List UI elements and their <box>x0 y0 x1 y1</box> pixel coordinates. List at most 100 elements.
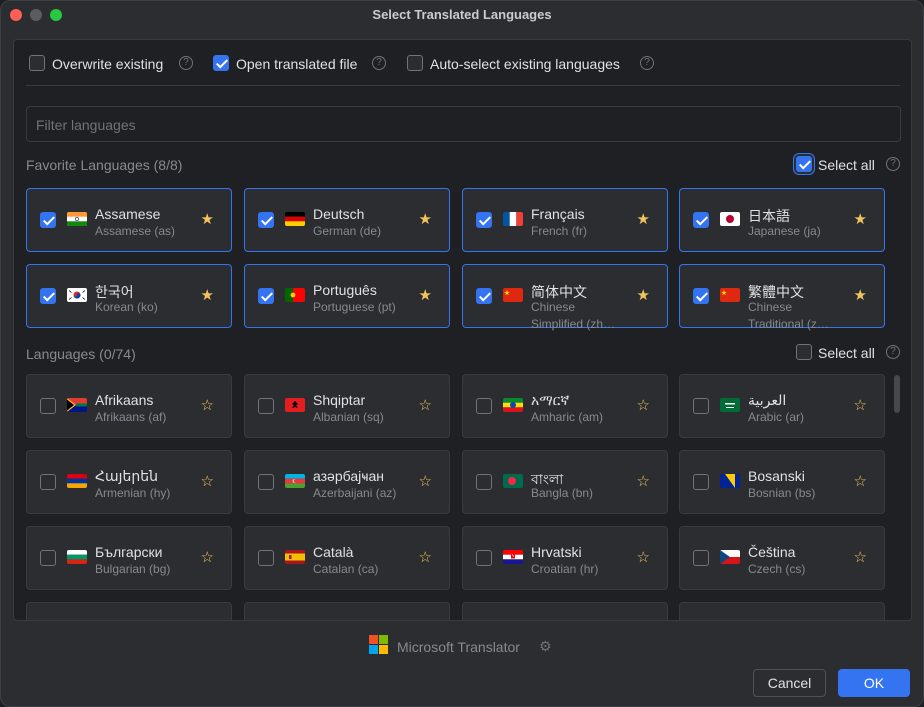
language-checkbox[interactable] <box>40 550 56 566</box>
language-checkbox[interactable] <box>693 550 709 566</box>
language-card-armenian[interactable]: Հայերեն Armenian (hy) ☆ <box>26 450 232 514</box>
language-card-catalan[interactable]: Català Catalan (ca) ☆ <box>244 526 450 590</box>
close-window-button[interactable] <box>10 9 22 21</box>
overwrite-existing-help-icon[interactable]: ? <box>179 56 193 70</box>
language-subtitle: Bulgarian (bg) <box>95 562 171 576</box>
star-outline-icon[interactable]: ☆ <box>201 548 214 566</box>
language-card-korean[interactable]: 한국어 Korean (ko) ★ <box>26 264 232 328</box>
cancel-button[interactable]: Cancel <box>753 669 826 697</box>
language-card-francais[interactable]: Français French (fr) ★ <box>462 188 668 252</box>
language-subtitle: Croatian (hr) <box>531 562 599 576</box>
language-card-albanian[interactable]: Shqiptar Albanian (sq) ☆ <box>244 374 450 438</box>
languages-select-all-label: Select all <box>818 345 875 361</box>
star-outline-icon[interactable]: ☆ <box>854 548 867 566</box>
star-filled-icon[interactable]: ★ <box>854 210 867 228</box>
language-card-amharic[interactable]: አማርኛ Amharic (am) ☆ <box>462 374 668 438</box>
language-checkbox[interactable] <box>40 212 56 228</box>
language-checkbox[interactable] <box>476 474 492 490</box>
language-card-afrikaans[interactable]: Afrikaans Afrikaans (af) ☆ <box>26 374 232 438</box>
language-subtitle: Afrikaans (af) <box>95 410 167 424</box>
language-card-partial[interactable] <box>462 602 668 620</box>
language-checkbox[interactable] <box>258 474 274 490</box>
language-card-deutsch[interactable]: Deutsch German (de) ★ <box>244 188 450 252</box>
language-card-partial[interactable] <box>679 602 885 620</box>
language-card-azerbaijani[interactable]: азәрбајҹан Azerbaijani (az) ☆ <box>244 450 450 514</box>
language-subtitle: Bangla (bn) <box>531 486 594 500</box>
language-checkbox[interactable] <box>693 474 709 490</box>
languages-help-icon[interactable]: ? <box>886 345 900 359</box>
language-checkbox[interactable] <box>258 550 274 566</box>
minimize-window-button[interactable] <box>30 9 42 21</box>
language-name: Assamese <box>95 206 161 222</box>
language-card-chinese-simplified[interactable]: 简体中文 Chinese Simplified (zh… ★ <box>462 264 668 331</box>
language-checkbox[interactable] <box>40 398 56 414</box>
filter-placeholder: Filter languages <box>36 117 136 133</box>
language-checkbox[interactable] <box>476 398 492 414</box>
overwrite-existing-label: Overwrite existing <box>52 56 164 72</box>
star-filled-icon[interactable]: ★ <box>419 286 432 304</box>
language-card-bangla[interactable]: বাংলা Bangla (bn) ☆ <box>462 450 668 514</box>
maximize-window-button[interactable] <box>50 9 62 21</box>
ok-button[interactable]: OK <box>838 669 910 697</box>
auto-select-existing-checkbox[interactable] <box>407 55 423 71</box>
star-outline-icon[interactable]: ☆ <box>419 548 432 566</box>
language-subtitle: Azerbaijani (az) <box>313 486 397 500</box>
favorites-help-icon[interactable]: ? <box>886 157 900 171</box>
language-card-portugues[interactable]: Português Portuguese (pt) ★ <box>244 264 450 328</box>
language-checkbox[interactable] <box>693 288 709 304</box>
language-checkbox[interactable] <box>40 474 56 490</box>
open-translated-file-help-icon[interactable]: ? <box>372 56 386 70</box>
star-filled-icon[interactable]: ★ <box>419 210 432 228</box>
star-filled-icon[interactable]: ★ <box>201 210 214 228</box>
language-card-partial[interactable] <box>26 602 232 620</box>
star-outline-icon[interactable]: ☆ <box>201 396 214 414</box>
star-outline-icon[interactable]: ☆ <box>201 472 214 490</box>
languages-select-all-checkbox[interactable] <box>796 344 812 360</box>
language-checkbox[interactable] <box>258 212 274 228</box>
language-card-bosnian[interactable]: Bosanski Bosnian (bs) ☆ <box>679 450 885 514</box>
language-checkbox[interactable] <box>258 288 274 304</box>
language-name: Afrikaans <box>95 392 154 408</box>
language-card-czech[interactable]: Čeština Czech (cs) ☆ <box>679 526 885 590</box>
language-card-partial[interactable] <box>244 602 450 620</box>
gear-icon[interactable]: ⚙ <box>539 638 552 655</box>
language-card-bulgarian[interactable]: Български Bulgarian (bg) ☆ <box>26 526 232 590</box>
language-checkbox[interactable] <box>476 212 492 228</box>
language-card-arabic[interactable]: العربية Arabic (ar) ☆ <box>679 374 885 438</box>
microsoft-logo-icon <box>369 635 389 655</box>
language-checkbox[interactable] <box>693 212 709 228</box>
language-card-chinese-traditional[interactable]: 繁體中文 Chinese Traditional (z… ★ <box>679 264 885 331</box>
filter-languages-input[interactable]: Filter languages <box>26 106 901 142</box>
star-filled-icon[interactable]: ★ <box>854 286 867 304</box>
star-filled-icon[interactable]: ★ <box>637 210 650 228</box>
language-card-japanese[interactable]: 日本語 Japanese (ja) ★ <box>679 188 885 252</box>
star-outline-icon[interactable]: ☆ <box>637 472 650 490</box>
language-checkbox[interactable] <box>476 288 492 304</box>
languages-scrollbar[interactable] <box>894 375 900 413</box>
language-card-assamese[interactable]: Assamese Assamese (as) ★ <box>26 188 232 252</box>
options-divider <box>26 85 900 86</box>
language-card-croatian[interactable]: Hrvatski Croatian (hr) ☆ <box>462 526 668 590</box>
star-filled-icon[interactable]: ★ <box>201 286 214 304</box>
dialog-window: Select Translated Languages Overwrite ex… <box>0 0 924 707</box>
star-outline-icon[interactable]: ☆ <box>419 472 432 490</box>
open-translated-file-checkbox[interactable] <box>213 55 229 71</box>
star-outline-icon[interactable]: ☆ <box>637 548 650 566</box>
star-outline-icon[interactable]: ☆ <box>854 472 867 490</box>
favorites-select-all-checkbox[interactable] <box>796 156 812 172</box>
india-flag-icon <box>67 212 87 226</box>
open-translated-file-label: Open translated file <box>236 56 358 72</box>
star-outline-icon[interactable]: ☆ <box>419 396 432 414</box>
spain-flag-icon <box>285 550 305 564</box>
star-filled-icon[interactable]: ★ <box>637 286 650 304</box>
china-flag-icon <box>503 288 523 302</box>
star-outline-icon[interactable]: ☆ <box>854 396 867 414</box>
language-checkbox[interactable] <box>476 550 492 566</box>
germany-flag-icon <box>285 212 305 226</box>
language-checkbox[interactable] <box>693 398 709 414</box>
star-outline-icon[interactable]: ☆ <box>637 396 650 414</box>
auto-select-existing-help-icon[interactable]: ? <box>640 56 654 70</box>
language-checkbox[interactable] <box>40 288 56 304</box>
language-checkbox[interactable] <box>258 398 274 414</box>
overwrite-existing-checkbox[interactable] <box>29 55 45 71</box>
